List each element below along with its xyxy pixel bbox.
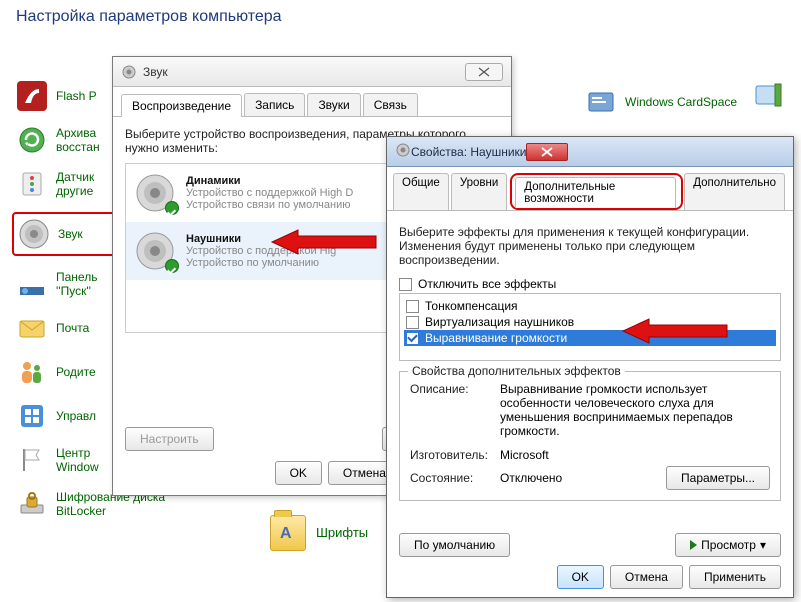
sound-title: Звук [143, 65, 465, 79]
cp-item-flash[interactable]: Flash P [16, 80, 116, 112]
cp-item-archive[interactable]: Архива восстан [16, 124, 116, 156]
fx-label: Виртуализация наушников [425, 315, 574, 329]
sound-icon [18, 218, 50, 250]
speaker-small-icon [395, 142, 411, 161]
props-titlebar[interactable]: Свойства: Наушники [387, 137, 793, 167]
sound-ok-button[interactable]: OK [275, 461, 322, 485]
tab-general[interactable]: Общие [393, 173, 449, 210]
desc-label: Описание: [410, 382, 500, 438]
tab-advanced[interactable]: Дополнительно [684, 173, 785, 210]
cp-label: Панель ''Пуск'' [56, 270, 97, 299]
group-title: Свойства дополнительных эффектов [408, 364, 625, 378]
archive-icon [16, 124, 48, 156]
manage-icon [16, 400, 48, 432]
checkbox-icon [406, 332, 419, 345]
sound-titlebar[interactable]: Звук [113, 57, 511, 87]
taskbar-icon [16, 268, 48, 300]
sensor-icon [16, 168, 48, 200]
props-apply-button[interactable]: Применить [689, 565, 781, 589]
cp-label: Управл [56, 409, 96, 423]
page-title: Настройка параметров компьютера [16, 8, 282, 26]
cp-item-mail[interactable]: Почта [16, 312, 116, 344]
state-value: Отключено [500, 471, 666, 485]
checkbox-icon [406, 300, 419, 313]
cardspace-icon [585, 86, 617, 118]
checkbox-icon [406, 316, 419, 329]
cp-label: Шрифты [316, 525, 368, 541]
flag-icon [16, 444, 48, 476]
sound-close-button[interactable] [465, 63, 503, 81]
cp-left-column: Flash P Архива восстан Датчик другие Зву… [16, 80, 116, 532]
device-desc: Устройство с поддержкой High D [186, 187, 353, 199]
fx-hint: Выберите эффекты для применения к текуще… [399, 221, 781, 275]
remote-icon [753, 82, 785, 114]
tab-playback[interactable]: Воспроизведение [121, 94, 242, 117]
desc-value: Выравнивание громкости использует особен… [500, 382, 770, 438]
cp-label: Windows CardSpace [625, 95, 737, 109]
props-tabs: Общие Уровни Дополнительные возможности … [387, 167, 793, 211]
props-cancel-button[interactable]: Отмена [610, 565, 683, 589]
cp-label: Центр Window [56, 446, 99, 475]
tab-recording[interactable]: Запись [244, 93, 305, 116]
bitlocker-icon [16, 488, 48, 520]
cp-label: Звук [58, 227, 83, 241]
properties-dialog: Свойства: Наушники Общие Уровни Дополнит… [386, 136, 794, 598]
tab-comm[interactable]: Связь [363, 93, 418, 116]
tab-enhancements-highlight: Дополнительные возможности [510, 173, 683, 210]
cp-item-sensor[interactable]: Датчик другие [16, 168, 116, 200]
device-status: Устройство связи по умолчанию [186, 199, 353, 211]
cp-item-manage[interactable]: Управл [16, 400, 116, 432]
tab-levels[interactable]: Уровни [451, 173, 507, 210]
props-ok-button[interactable]: OK [557, 565, 604, 589]
preview-label: Просмотр [701, 538, 756, 552]
cp-item-sound[interactable]: Звук [12, 212, 116, 256]
props-close-button[interactable] [526, 143, 568, 161]
cp-item-parental[interactable]: Родите [16, 356, 116, 388]
parental-icon [16, 356, 48, 388]
props-default-button[interactable]: По умолчанию [399, 533, 510, 557]
cp-label: Датчик другие [56, 170, 94, 199]
red-arrow-annotation [619, 317, 729, 345]
vendor-label: Изготовитель: [410, 448, 500, 462]
state-label: Состояние: [410, 471, 500, 485]
vendor-value: Microsoft [500, 448, 549, 462]
tab-sounds[interactable]: Звуки [307, 93, 360, 116]
check-badge-icon [165, 259, 179, 273]
configure-button[interactable]: Настроить [125, 427, 214, 451]
device-name: Динамики [186, 175, 353, 187]
props-title: Свойства: Наушники [411, 145, 526, 159]
disable-all-checkbox[interactable]: Отключить все эффекты [399, 277, 781, 291]
cp-item-taskbar[interactable]: Панель ''Пуск'' [16, 268, 116, 300]
cp-label: Родите [56, 365, 96, 379]
cp-item-fonts[interactable]: A Шрифты [270, 515, 368, 551]
checkbox-icon [399, 278, 412, 291]
cp-label: Почта [56, 321, 89, 335]
effect-props-group: Свойства дополнительных эффектов Описани… [399, 371, 781, 501]
speaker-small-icon [121, 64, 137, 80]
red-arrow-annotation [268, 228, 378, 256]
flash-icon [16, 80, 48, 112]
disable-all-label: Отключить все эффекты [418, 277, 556, 291]
fx-loudness-eq[interactable]: Тонкомпенсация [404, 298, 776, 314]
fonts-icon: A [270, 515, 306, 551]
fx-label: Выравнивание громкости [425, 331, 567, 345]
play-icon [690, 540, 697, 550]
cp-item-action[interactable]: Центр Window [16, 444, 116, 476]
sound-tabs: Воспроизведение Запись Звуки Связь [113, 87, 511, 117]
mail-icon [16, 312, 48, 344]
cp-label: Архива восстан [56, 126, 100, 155]
fx-label: Тонкомпенсация [425, 299, 518, 313]
check-badge-icon [165, 201, 179, 215]
preview-button[interactable]: Просмотр ▾ [675, 533, 781, 557]
tab-enhancements[interactable]: Дополнительные возможности [515, 177, 676, 208]
device-status: Устройство по умолчанию [186, 257, 336, 269]
cp-label: Flash P [56, 89, 97, 103]
parameters-button[interactable]: Параметры... [666, 466, 770, 490]
